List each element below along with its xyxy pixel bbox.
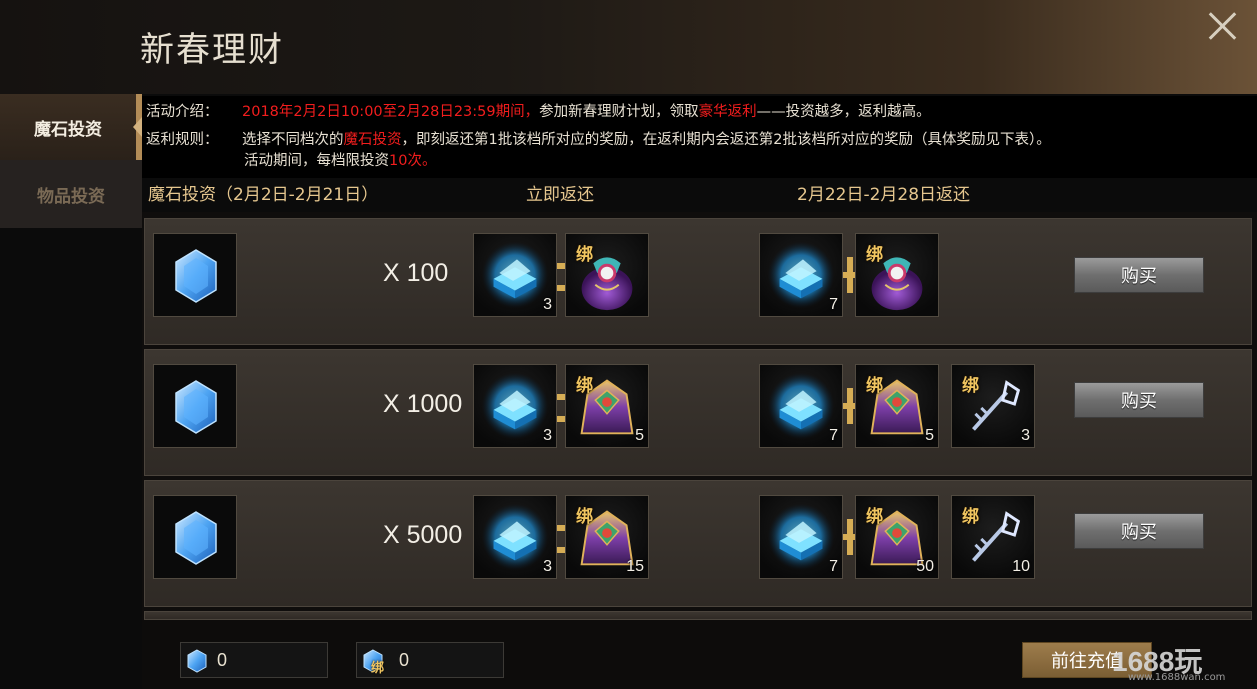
magic-stone-icon xyxy=(175,511,217,565)
intro-row: 活动介绍： 2018年2月2日10:00至2月28日23:59期间，参加新春理财计… xyxy=(146,102,931,122)
gem-slot xyxy=(153,495,237,579)
reward-count: 3 xyxy=(543,296,552,313)
event-info: 活动介绍： 2018年2月2日10:00至2月28日23:59期间，参加新春理财计… xyxy=(142,96,1257,178)
reward-slot-crystal-chest[interactable]: 3 xyxy=(473,495,557,579)
magic-stone-icon xyxy=(175,380,217,434)
intro-label: 活动介绍： xyxy=(146,104,219,120)
bound-badge: 绑 xyxy=(866,376,883,396)
reward-count: 3 xyxy=(543,558,552,575)
bound-gem-balance-value: 0 xyxy=(399,650,410,670)
magic-stone-icon xyxy=(175,249,217,303)
intro-highlight: 豪华返利 xyxy=(698,104,757,120)
rules-line2-highlight: 10次。 xyxy=(389,153,437,169)
reward-slot-purple-bag[interactable]: 绑 xyxy=(565,233,649,317)
reward-count: 5 xyxy=(635,427,644,444)
reward-slot-golden-pack[interactable]: 绑 15 xyxy=(565,495,649,579)
site-watermark: 1688玩 www.1688wan.com xyxy=(1112,640,1252,686)
investment-amount: X 5000 xyxy=(383,521,463,549)
tab-label: 物品投资 xyxy=(37,186,105,207)
investment-amount: X 1000 xyxy=(383,390,463,418)
reward-count: 7 xyxy=(829,427,838,444)
rules-label: 返利规则： xyxy=(146,132,219,148)
reward-slot-purple-bag[interactable]: 绑 xyxy=(855,233,939,317)
magic-stone-icon xyxy=(187,649,207,673)
reward-slot-golden-pack[interactable]: 绑 50 xyxy=(855,495,939,579)
gem-balance: 0 xyxy=(180,642,328,678)
buy-button[interactable]: 购买 xyxy=(1074,257,1204,293)
investment-amount: X 100 xyxy=(383,259,449,287)
tier-row: X 100 3 绑 7 绑 购买 xyxy=(144,218,1252,345)
footer-bar: 0 绑 0 前往充值 1688玩 www.1688wan.com xyxy=(142,620,1257,689)
reward-count: 10 xyxy=(1012,558,1030,575)
sidebar: 魔石投资 物品投资 xyxy=(0,94,142,689)
reward-slot-crystal-chest[interactable]: 7 xyxy=(759,495,843,579)
bound-badge: 绑 xyxy=(866,507,883,527)
reward-slot-crystal-chest[interactable]: 3 xyxy=(473,364,557,448)
reward-slot-crystal-chest[interactable]: 7 xyxy=(759,233,843,317)
active-arrow-icon xyxy=(133,117,142,137)
reward-count: 50 xyxy=(916,558,934,575)
column-later: 2月22日-2月28日返还 xyxy=(797,185,971,205)
bound-badge: 绑 xyxy=(962,507,979,527)
reward-slot-crystal-chest[interactable]: 3 xyxy=(473,233,557,317)
tier-list: X 100 3 绑 7 绑 购买 X 1000 3 绑 5 7 绑 5 绑 3 … xyxy=(142,212,1257,620)
buy-button[interactable]: 购买 xyxy=(1074,513,1204,549)
bound-badge: 绑 xyxy=(576,376,593,396)
gem-balance-value: 0 xyxy=(217,650,228,670)
close-icon[interactable] xyxy=(1202,6,1242,46)
reward-slot-crystal-chest[interactable]: 7 xyxy=(759,364,843,448)
bound-gem-balance: 绑 0 xyxy=(356,642,504,678)
tab-label: 魔石投资 xyxy=(34,119,102,140)
window-title: 新春理财 xyxy=(140,30,284,70)
bound-badge: 绑 xyxy=(866,245,883,265)
rules-row-2: 活动期间，每档限投资10次。 xyxy=(244,151,436,171)
gem-slot xyxy=(153,364,237,448)
rules-line2-text: 活动期间，每档限投资 xyxy=(244,153,389,169)
bound-badge: 绑 xyxy=(576,245,593,265)
reward-count: 15 xyxy=(626,558,644,575)
window-header: 新春理财 xyxy=(0,0,1257,94)
reward-count: 5 xyxy=(925,427,934,444)
tab-item-investment[interactable]: 物品投资 xyxy=(0,160,142,228)
tab-gem-investment[interactable]: 魔石投资 xyxy=(0,94,142,160)
rules-text-1: 选择不同档次的 xyxy=(242,132,344,148)
column-investment: 魔石投资（2月2日-2月21日） xyxy=(148,185,379,205)
reward-slot-golden-pack[interactable]: 绑 5 xyxy=(565,364,649,448)
reward-count: 7 xyxy=(829,296,838,313)
intro-text-1: 参加新春理财计划，领取 xyxy=(539,104,699,120)
reward-slot-golden-pack[interactable]: 绑 5 xyxy=(855,364,939,448)
column-immediate: 立即返还 xyxy=(526,185,594,205)
buy-button[interactable]: 购买 xyxy=(1074,382,1204,418)
intro-text-2: ——投资越多，返利越高。 xyxy=(756,104,931,120)
rules-row: 返利规则： 选择不同档次的魔石投资，即刻返还第1批该档所对应的奖励，在返利期内会返… xyxy=(146,130,1051,150)
reward-slot-ice-key[interactable]: 绑 3 xyxy=(951,364,1035,448)
reward-count: 3 xyxy=(543,427,552,444)
reward-count: 7 xyxy=(829,558,838,575)
rules-highlight: 魔石投资 xyxy=(343,132,402,148)
tier-row: X 5000 3 绑 15 7 绑 50 绑 10 购买 xyxy=(144,480,1252,607)
tier-row-partial xyxy=(144,611,1252,620)
intro-period: 2018年2月2日10:00至2月28日23:59期间， xyxy=(242,104,540,120)
rules-text-2: ，即刻返还第1批该档所对应的奖励，在返利期内会返还第2批该档所对应的奖励（具体奖… xyxy=(401,132,1051,148)
gem-slot xyxy=(153,233,237,317)
watermark-url: www.1688wan.com xyxy=(1128,672,1226,683)
bound-badge: 绑 xyxy=(576,507,593,527)
bound-badge: 绑 xyxy=(371,661,385,676)
bound-badge: 绑 xyxy=(962,376,979,396)
reward-slot-ice-key[interactable]: 绑 10 xyxy=(951,495,1035,579)
tier-row: X 1000 3 绑 5 7 绑 5 绑 3 购买 xyxy=(144,349,1252,476)
reward-count: 3 xyxy=(1021,427,1030,444)
